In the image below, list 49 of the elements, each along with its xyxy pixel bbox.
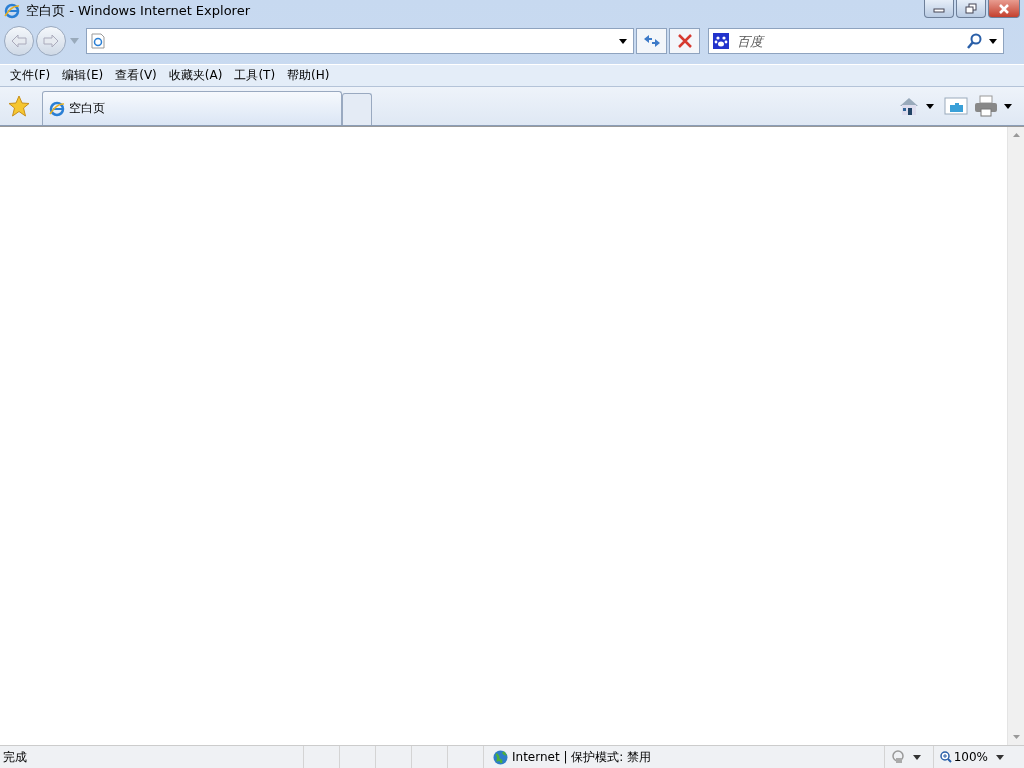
globe-icon	[493, 749, 508, 765]
dropdown-arrow-icon[interactable]	[926, 103, 934, 109]
tab[interactable]: 空白页	[42, 91, 342, 125]
ie-logo-icon	[4, 3, 20, 19]
close-button[interactable]	[988, 0, 1020, 18]
refresh-arrows-icon	[642, 34, 661, 48]
ie-logo-icon	[49, 100, 65, 117]
address-field[interactable]	[86, 28, 634, 54]
stop-button[interactable]	[669, 28, 700, 54]
scroll-down-arrow-icon[interactable]	[1012, 735, 1020, 739]
status-text: 完成	[2, 748, 28, 766]
caret-icon	[69, 38, 79, 44]
search-icon[interactable]	[967, 33, 983, 49]
menu-item[interactable]: 收藏夹(A)	[162, 65, 229, 86]
paw-icon	[713, 33, 729, 49]
left-arrow-icon	[10, 34, 28, 48]
dropdown-arrow-icon[interactable]	[996, 754, 1004, 760]
star-icon	[8, 95, 30, 117]
print-button[interactable]	[974, 95, 998, 117]
forward-button[interactable]	[36, 26, 66, 56]
dropdown-arrow-icon[interactable]	[1004, 103, 1012, 109]
menu-item[interactable]: 编辑(E)	[56, 65, 110, 86]
menu-item[interactable]: 查看(V)	[109, 65, 163, 86]
scrollbar[interactable]	[1007, 127, 1024, 745]
menu-item[interactable]: 帮助(H)	[281, 65, 336, 86]
minimize-button[interactable]	[924, 0, 954, 18]
refresh-button[interactable]	[636, 28, 667, 54]
window-title: 空白页 - Windows Internet Explorer	[26, 2, 251, 20]
restore-icon	[965, 3, 977, 14]
search-box[interactable]: 百度	[708, 28, 1004, 54]
back-button[interactable]	[4, 26, 34, 56]
search-field[interactable]: 百度	[735, 32, 961, 50]
home-button[interactable]	[898, 96, 920, 116]
stop-icon	[676, 33, 693, 49]
magnifier-icon	[939, 751, 952, 763]
restore-button[interactable]	[956, 0, 986, 18]
security-zone-text: Internet | 保护模式: 禁用	[512, 748, 652, 766]
page-icon	[91, 33, 105, 49]
close-icon	[998, 3, 1010, 14]
menu-item[interactable]: 工具(T)	[228, 65, 282, 86]
dropdown-arrow-icon[interactable]	[989, 38, 997, 44]
dropdown-arrow-icon[interactable]	[619, 38, 627, 44]
printer-icon	[974, 95, 998, 117]
house-icon	[898, 96, 920, 116]
dropdown-arrow-icon[interactable]	[912, 754, 921, 760]
menu-item[interactable]: 文件(F)	[4, 65, 57, 86]
scroll-up-arrow-icon[interactable]	[1012, 133, 1020, 137]
right-arrow-icon	[42, 34, 60, 48]
zoom-button[interactable]: 100%	[939, 750, 988, 764]
